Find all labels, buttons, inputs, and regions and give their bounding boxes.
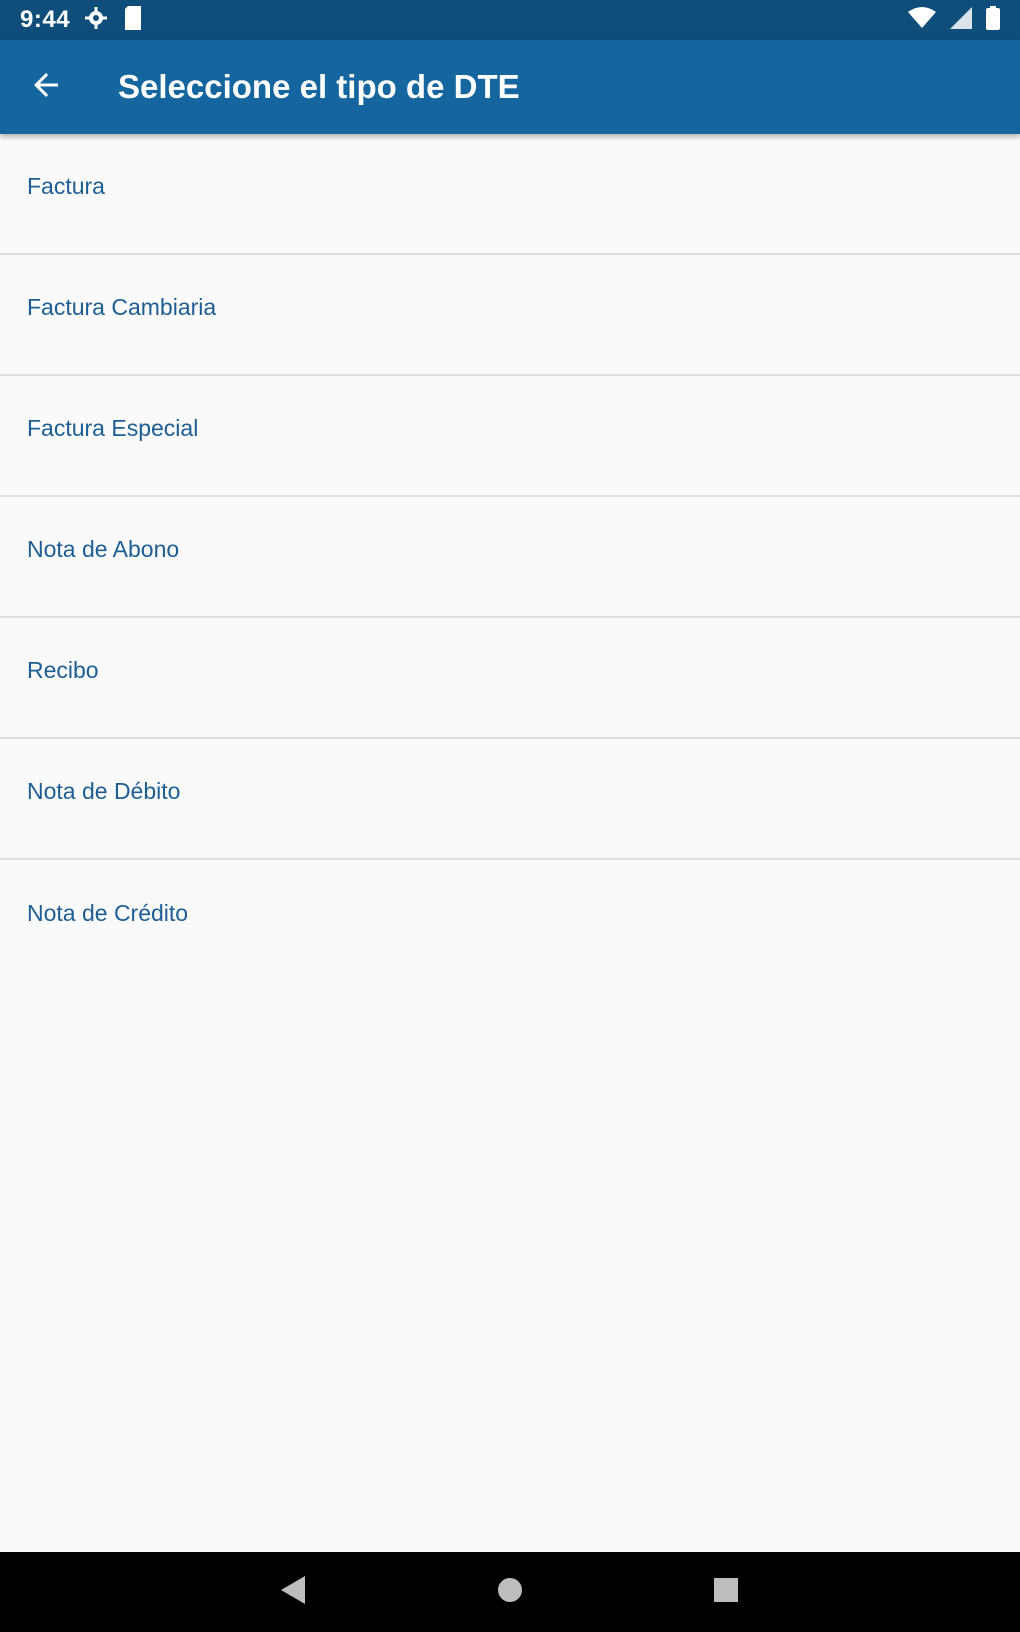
status-left: 9:44 xyxy=(20,5,144,36)
list-item-recibo[interactable]: Recibo xyxy=(0,618,1020,739)
list-item-nota-de-credito[interactable]: Nota de Crédito xyxy=(0,860,1020,981)
list-item-factura[interactable]: Factura xyxy=(0,134,1020,255)
app-bar: Seleccione el tipo de DTE xyxy=(0,40,1020,134)
wifi-icon xyxy=(908,6,936,34)
home-circle-icon xyxy=(496,1576,524,1609)
dte-type-list: Factura Factura Cambiaria Factura Especi… xyxy=(0,134,1020,981)
list-item-factura-especial[interactable]: Factura Especial xyxy=(0,376,1020,497)
list-item-nota-de-abono[interactable]: Nota de Abono xyxy=(0,497,1020,618)
list-item-label: Nota de Crédito xyxy=(27,900,189,926)
list-item-label: Nota de Abono xyxy=(27,536,180,562)
battery-icon xyxy=(986,5,1000,35)
signal-icon xyxy=(950,6,972,34)
nav-recents-button[interactable] xyxy=(702,1568,750,1616)
arrow-back-icon xyxy=(28,67,64,108)
status-bar: 9:44 xyxy=(0,0,1020,40)
sd-card-icon xyxy=(122,5,144,36)
back-button[interactable] xyxy=(16,57,76,117)
settings-icon xyxy=(84,6,108,35)
page-title: Seleccione el tipo de DTE xyxy=(118,68,520,105)
nav-home-button[interactable] xyxy=(486,1568,534,1616)
back-triangle-icon xyxy=(277,1574,307,1611)
list-item-label: Factura xyxy=(27,173,105,199)
status-right xyxy=(908,5,1000,35)
list-item-label: Factura Especial xyxy=(27,415,199,441)
status-time: 9:44 xyxy=(20,6,71,33)
nav-back-button[interactable] xyxy=(268,1568,316,1616)
list-item-label: Recibo xyxy=(27,657,99,683)
recents-square-icon xyxy=(712,1576,740,1609)
system-nav-bar xyxy=(0,1552,1020,1632)
list-item-label: Factura Cambiaria xyxy=(27,294,217,320)
list-item-label: Nota de Débito xyxy=(27,778,181,804)
list-item-factura-cambiaria[interactable]: Factura Cambiaria xyxy=(0,255,1020,376)
list-item-nota-de-debito[interactable]: Nota de Débito xyxy=(0,739,1020,860)
